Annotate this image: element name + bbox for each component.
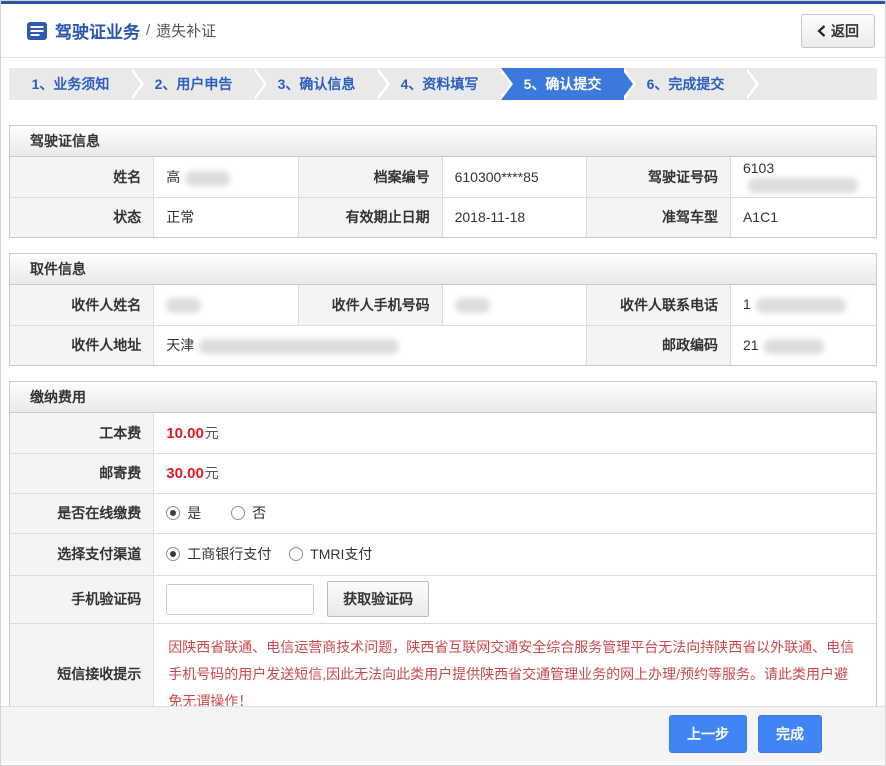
- get-captcha-button[interactable]: 获取验证码: [327, 581, 429, 617]
- radio-online-yes[interactable]: 是: [166, 503, 201, 523]
- radio-label: TMRI支付: [310, 544, 372, 564]
- recipient-mobile-value: [442, 285, 587, 325]
- table-row: 姓名 高 档案编号 610300****85 驾驶证号码 6103: [10, 157, 876, 197]
- section-title-license: 驾驶证信息: [10, 126, 876, 157]
- file-no-value: 610300****85: [442, 157, 587, 197]
- page-title: 驾驶证业务: [55, 18, 140, 43]
- captcha-controls: 获取验证码: [154, 575, 876, 623]
- redacted-postcode: [764, 339, 824, 354]
- production-fee-label: 工本费: [10, 413, 154, 453]
- payment-channel-options: 工商银行支付 TMRI支付: [154, 533, 876, 575]
- recipient-phone-label: 收件人联系电话: [587, 285, 731, 325]
- file-no-label: 档案编号: [298, 157, 442, 197]
- table-row: 手机验证码 获取验证码: [10, 575, 876, 623]
- breadcrumb-separator: /: [146, 22, 150, 39]
- table-row: 收件人地址 天津 邮政编码 21: [10, 325, 876, 365]
- license-card-icon: [27, 21, 47, 41]
- redacted-address: [199, 339, 399, 354]
- online-pay-options: 是 否: [154, 493, 876, 533]
- step-navigation: 1、业务须知 2、用户申告 3、确认信息 4、资料填写 5、确认提交 6、完成提…: [9, 68, 877, 100]
- breadcrumb-current: 遗失补证: [156, 20, 216, 41]
- recipient-mobile-label: 收件人手机号码: [298, 285, 442, 325]
- recipient-address-label: 收件人地址: [10, 325, 154, 365]
- radio-online-no[interactable]: 否: [231, 503, 266, 523]
- table-row: 选择支付渠道 工商银行支付 TMRI支付: [10, 533, 876, 575]
- radio-label: 否: [252, 503, 266, 523]
- recipient-name-label: 收件人姓名: [10, 285, 154, 325]
- section-license-info: 驾驶证信息 姓名 高 档案编号 610300****85 驾驶证号码 6103 …: [9, 125, 877, 238]
- step-6-complete-submit[interactable]: 6、完成提交: [624, 68, 747, 100]
- radio-label: 工商银行支付: [187, 544, 271, 564]
- section-title-pickup: 取件信息: [10, 254, 876, 285]
- mail-fee-value: 30.00元: [154, 453, 876, 493]
- section-payment: 缴纳费用 工本费 10.00元 邮寄费 30.00元 是否在线缴费 是: [9, 381, 877, 726]
- expiry-label: 有效期止日期: [298, 197, 442, 237]
- radio-label: 是: [187, 503, 201, 523]
- online-pay-label: 是否在线缴费: [10, 493, 154, 533]
- payment-channel-label: 选择支付渠道: [10, 533, 154, 575]
- table-row: 邮寄费 30.00元: [10, 453, 876, 493]
- status-value: 正常: [154, 197, 299, 237]
- captcha-input[interactable]: [166, 584, 314, 615]
- section-title-payment: 缴纳费用: [10, 382, 876, 413]
- license-info-table: 姓名 高 档案编号 610300****85 驾驶证号码 6103 状态 正常 …: [10, 157, 876, 237]
- payment-table: 工本费 10.00元 邮寄费 30.00元 是否在线缴费 是 否: [10, 413, 876, 725]
- license-no-value: 6103: [730, 157, 876, 197]
- radio-selected-icon: [166, 506, 180, 520]
- finish-button[interactable]: 完成: [758, 715, 822, 753]
- name-label: 姓名: [10, 157, 154, 197]
- expiry-value: 2018-11-18: [442, 197, 587, 237]
- pickup-info-table: 收件人姓名 收件人手机号码 收件人联系电话 1 收件人地址 天津 邮政编码 21: [10, 285, 876, 365]
- table-row: 收件人姓名 收件人手机号码 收件人联系电话 1: [10, 285, 876, 325]
- page: 驾驶证业务 / 遗失补证 返回 1、业务须知 2、用户申告 3、确认信息 4、资…: [0, 0, 886, 766]
- redacted-phone: [756, 298, 846, 313]
- back-button[interactable]: 返回: [801, 14, 875, 48]
- recipient-phone-value: 1: [730, 285, 876, 325]
- step-4-fill-materials[interactable]: 4、资料填写: [378, 68, 501, 100]
- name-value: 高: [154, 157, 299, 197]
- step-2-user-declaration[interactable]: 2、用户申告: [132, 68, 255, 100]
- postcode-value: 21: [730, 325, 876, 365]
- license-no-label: 驾驶证号码: [587, 157, 731, 197]
- redacted-recipient-name: [166, 298, 201, 313]
- redacted-mobile: [455, 298, 490, 313]
- footer-action-bar: 上一步 完成: [1, 706, 885, 761]
- redacted-name: [185, 171, 230, 186]
- recipient-address-value: 天津: [154, 325, 587, 365]
- previous-step-button[interactable]: 上一步: [669, 715, 747, 753]
- step-5-confirm-submit[interactable]: 5、确认提交: [501, 68, 624, 100]
- vehicle-type-label: 准驾车型: [587, 197, 731, 237]
- vehicle-type-value: A1C1: [730, 197, 876, 237]
- radio-channel-tmri[interactable]: TMRI支付: [289, 544, 372, 564]
- sms-notice-text: 因陕西省联通、电信运营商技术问题，陕西省互联网交通安全综合服务管理平台无法向持陕…: [168, 639, 854, 710]
- table-row: 是否在线缴费 是 否: [10, 493, 876, 533]
- postcode-label: 邮政编码: [587, 325, 731, 365]
- radio-unselected-icon: [289, 547, 303, 561]
- step-bar-filler: [747, 68, 877, 100]
- mail-fee-label: 邮寄费: [10, 453, 154, 493]
- chevron-left-icon: [817, 25, 826, 37]
- status-label: 状态: [10, 197, 154, 237]
- step-3-confirm-info[interactable]: 3、确认信息: [255, 68, 378, 100]
- redacted-license-no: [748, 178, 858, 193]
- table-row: 状态 正常 有效期止日期 2018-11-18 准驾车型 A1C1: [10, 197, 876, 237]
- radio-selected-icon: [166, 547, 180, 561]
- recipient-name-value: [154, 285, 299, 325]
- radio-channel-icbc[interactable]: 工商银行支付: [166, 544, 271, 564]
- production-fee-value: 10.00元: [154, 413, 876, 453]
- back-button-label: 返回: [831, 21, 859, 41]
- header: 驾驶证业务 / 遗失补证 返回: [1, 4, 885, 58]
- captcha-label: 手机验证码: [10, 575, 154, 623]
- step-1-business-notice[interactable]: 1、业务须知: [9, 68, 132, 100]
- table-row: 工本费 10.00元: [10, 413, 876, 453]
- radio-unselected-icon: [231, 506, 245, 520]
- section-pickup-info: 取件信息 收件人姓名 收件人手机号码 收件人联系电话 1 收件人地址 天津 邮政…: [9, 253, 877, 366]
